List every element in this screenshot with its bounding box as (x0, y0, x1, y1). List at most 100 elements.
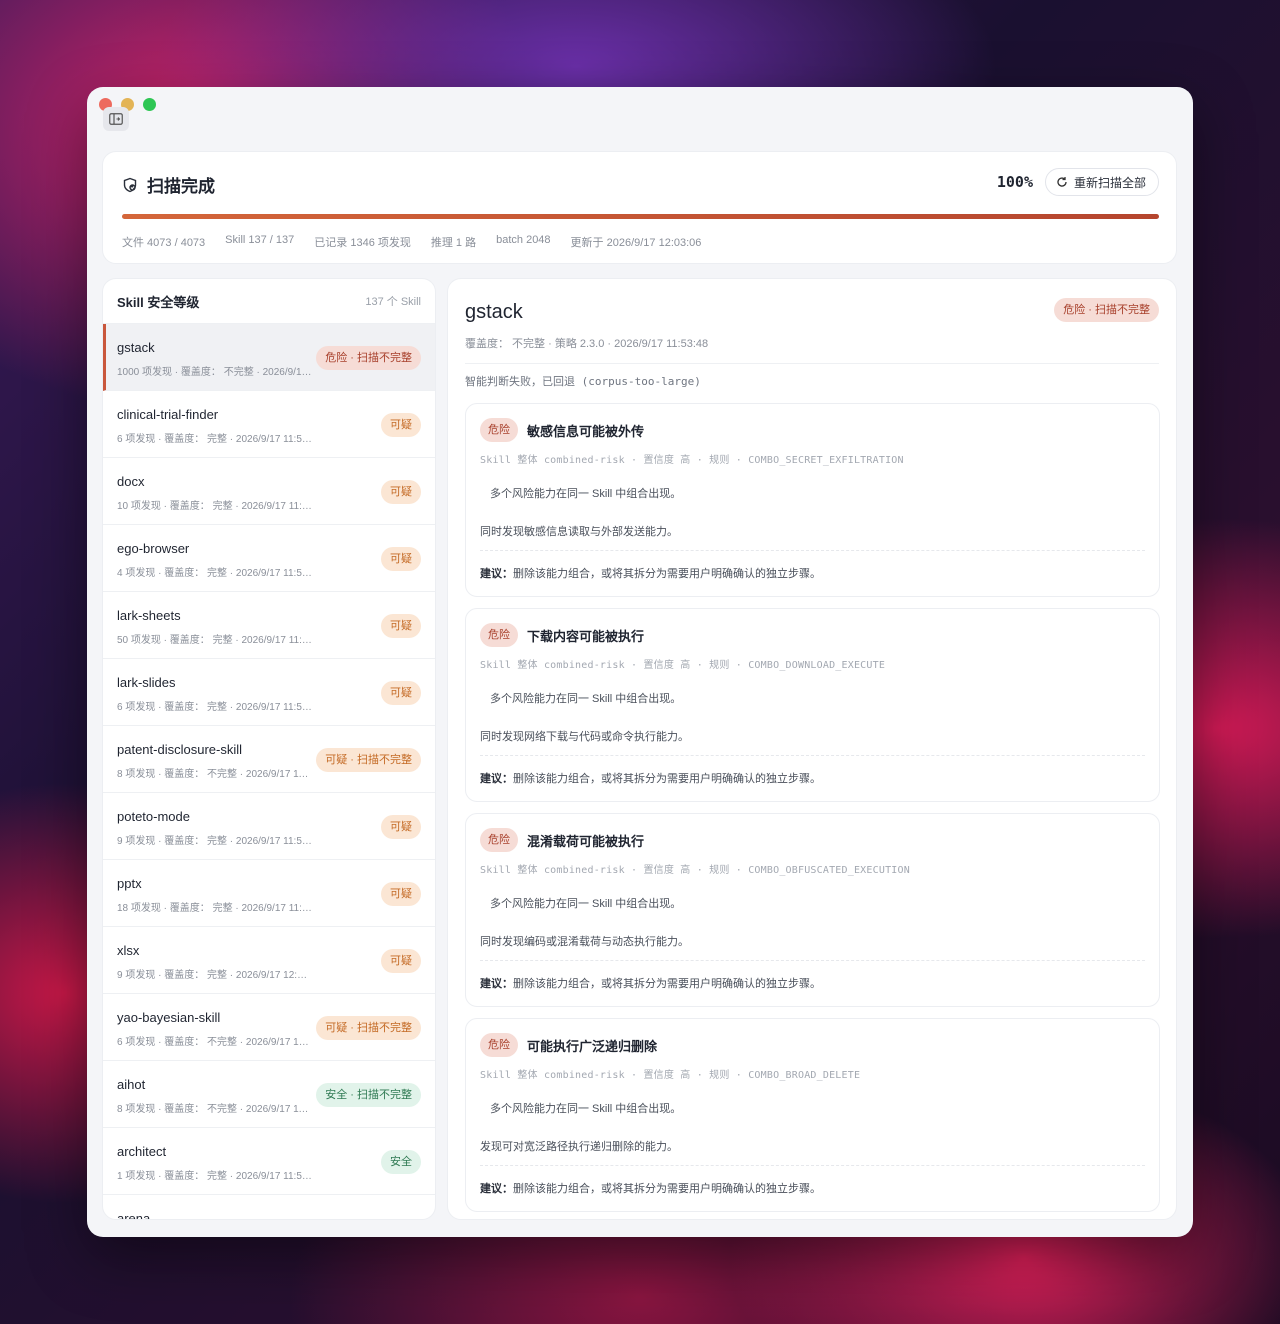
skill-risk-badge: 可疑 (381, 413, 421, 437)
scan-percent: 100% (996, 173, 1033, 191)
finding-advice-text: 删除该能力组合，或将其拆分为需要用户明确确认的独立步骤。 (513, 568, 821, 580)
skill-name: arena (117, 1211, 151, 1220)
finding-detail: 发现可对宽泛路径执行递归删除的能力。 (480, 1138, 1145, 1166)
skill-risk-badge: 安全 · 扫描不完整 (316, 1083, 421, 1107)
finding-advice-label: 建议： (480, 1183, 513, 1195)
finding-advice-text: 删除该能力组合，或将其拆分为需要用户明确确认的独立步骤。 (513, 773, 821, 785)
scan-title: 扫描完成 (147, 177, 215, 196)
skill-list-item[interactable]: poteto-mode 9 项发现 · 覆盖度： 完整 · 2026/9/17 1… (103, 793, 435, 860)
scan-status-card: 扫描完成 100% 重新扫描全部 文件 4073 / 4073 Skill 13… (102, 151, 1177, 264)
skill-summary: 8 项发现 · 覆盖度： 不完整 · 2026/9/17 11:56:12 (117, 769, 312, 780)
finding-severity-tag: 危险 (480, 623, 518, 647)
scan-progress-fill (122, 214, 1159, 219)
finding-title: 敏感信息可能被外传 (527, 423, 645, 439)
finding-detail: 同时发现编码或混淆载荷与动态执行能力。 (480, 933, 1145, 961)
detail-status-badge: 危险 · 扫描不完整 (1054, 298, 1159, 322)
skill-list-count: 137 个 Skill (365, 296, 421, 308)
skill-list-item[interactable]: yao-bayesian-skill 6 项发现 · 覆盖度： 不完整 · 202… (103, 994, 435, 1061)
sidebar-icon (109, 113, 123, 125)
scan-actions: 100% 重新扫描全部 (997, 168, 1159, 196)
skill-name: architect (117, 1144, 167, 1159)
skill-summary: 1 项发现 · 覆盖度： 完整 · 2026/9/17 11:51:23 (117, 1171, 312, 1182)
finding-severity-tag: 危险 (480, 1033, 518, 1057)
skill-detail-panel: gstack 危险 · 扫描不完整 覆盖度： 不完整 · 策略 2.3.0 · … (447, 278, 1177, 1220)
skill-risk-badge: 可疑 (381, 547, 421, 571)
skill-list-header: Skill 安全等级 137 个 Skill (103, 279, 435, 324)
finding-card: 危险 下载内容可能被执行 Skill 整体 combined-risk · 置信度 … (465, 608, 1160, 802)
finding-description: 多个风险能力在同一 Skill 中组合出现。 (490, 898, 682, 910)
finding-rule: Skill 整体 combined-risk · 置信度 高 · 规则 · CO… (480, 455, 904, 466)
detail-fallback-note: 智能判断失败，已回退 (corpus-too-large) (465, 375, 701, 388)
app-window: 扫描完成 100% 重新扫描全部 文件 4073 / 4073 Skill 13… (87, 87, 1193, 1237)
finding-header: 危险 可能执行广泛递归删除 (480, 1033, 1145, 1057)
skill-summary: 18 项发现 · 覆盖度： 完整 · 2026/9/17 11:57:07 (117, 903, 312, 914)
skill-summary: 4 项发现 · 覆盖度： 完整 · 2026/9/17 11:53:25 (117, 568, 312, 579)
skill-list-item[interactable]: architect 1 项发现 · 覆盖度： 完整 · 2026/9/17 11:… (103, 1128, 435, 1195)
skill-list-panel: Skill 安全等级 137 个 Skill gstack 1000 项发现 · … (102, 278, 436, 1220)
finding-description: 多个风险能力在同一 Skill 中组合出现。 (490, 1103, 682, 1115)
scan-title-group: 扫描完成 (122, 172, 215, 197)
skill-name: poteto-mode (117, 809, 190, 824)
detail-meta: 覆盖度： 不完整 · 策略 2.3.0 · 2026/9/17 11:53:48 (465, 338, 709, 350)
finding-advice: 建议：删除该能力组合，或将其拆分为需要用户明确确认的独立步骤。 (480, 565, 1145, 581)
finding-header: 危险 下载内容可能被执行 (480, 623, 1145, 647)
finding-advice: 建议：删除该能力组合，或将其拆分为需要用户明确确认的独立步骤。 (480, 770, 1145, 786)
scan-meta-findings: 已记录 1346 项发现 (314, 237, 411, 249)
finding-advice-label: 建议： (480, 978, 513, 990)
rescan-all-button[interactable]: 重新扫描全部 (1044, 168, 1159, 196)
finding-rule: Skill 整体 combined-risk · 置信度 高 · 规则 · CO… (480, 1070, 861, 1081)
scan-meta-updated: 更新于 2026/9/17 12:03:06 (570, 237, 702, 249)
detail-divider (465, 363, 1159, 364)
finding-rule: Skill 整体 combined-risk · 置信度 高 · 规则 · CO… (480, 865, 910, 876)
scan-meta-skills: Skill 137 / 137 (225, 234, 295, 246)
finding-advice: 建议：删除该能力组合，或将其拆分为需要用户明确确认的独立步骤。 (480, 1180, 1145, 1196)
skill-list-item[interactable]: aihot 8 项发现 · 覆盖度： 不完整 · 2026/9/17 11:50:… (103, 1061, 435, 1128)
skill-summary: 6 项发现 · 覆盖度： 完整 · 2026/9/17 11:51:45 (117, 434, 312, 445)
skill-risk-badge: 危险 · 扫描不完整 (316, 346, 421, 370)
skill-list-item[interactable]: patent-disclosure-skill 8 项发现 · 覆盖度： 不完整 … (103, 726, 435, 793)
finding-description: 多个风险能力在同一 Skill 中组合出现。 (490, 693, 682, 705)
finding-header: 危险 混淆载荷可能被执行 (480, 828, 1145, 852)
finding-header: 危险 敏感信息可能被外传 (480, 418, 1145, 442)
zoom-window-button[interactable] (143, 98, 156, 111)
skill-summary: 1000 项发现 · 覆盖度： 不完整 · 2026/9/17 11:53:48 (117, 367, 312, 378)
skill-list-item[interactable]: arena (103, 1195, 435, 1220)
skill-summary: 9 项发现 · 覆盖度： 完整 · 2026/9/17 11:56:54 (117, 836, 312, 847)
skill-summary: 9 项发现 · 覆盖度： 完整 · 2026/9/17 12:03:06 (117, 970, 312, 981)
finding-description: 多个风险能力在同一 Skill 中组合出现。 (490, 488, 682, 500)
finding-advice-text: 删除该能力组合，或将其拆分为需要用户明确确认的独立步骤。 (513, 978, 821, 990)
skill-risk-badge: 可疑 · 扫描不完整 (316, 1016, 421, 1040)
skill-risk-badge: 安全 (381, 1150, 421, 1174)
finding-title: 可能执行广泛递归删除 (527, 1038, 658, 1054)
finding-title: 混淆载荷可能被执行 (527, 833, 645, 849)
finding-severity-tag: 危险 (480, 828, 518, 852)
skill-name: ego-browser (117, 541, 190, 556)
skill-list-item[interactable]: lark-sheets 50 项发现 · 覆盖度： 完整 · 2026/9/17 … (103, 592, 435, 659)
skill-list-item[interactable]: gstack1000 项发现 · 覆盖度： 不完整 · 2026/9/17 11… (103, 324, 435, 391)
skill-risk-badge: 可疑 (381, 882, 421, 906)
skill-summary: 10 项发现 · 覆盖度： 完整 · 2026/9/17 11:52:32 (117, 501, 312, 512)
finding-advice-label: 建议： (480, 773, 513, 785)
sidebar-toggle-button[interactable] (103, 107, 129, 131)
skill-list-item[interactable]: xlsx 9 项发现 · 覆盖度： 完整 · 2026/9/17 12:03:06… (103, 927, 435, 994)
finding-card: 危险 敏感信息可能被外传 Skill 整体 combined-risk · 置信度 … (465, 403, 1160, 597)
finding-title: 下载内容可能被执行 (527, 628, 645, 644)
skill-risk-badge: 可疑 (381, 949, 421, 973)
skill-list-item[interactable]: docx 10 项发现 · 覆盖度： 完整 · 2026/9/17 11:52:3… (103, 458, 435, 525)
scan-meta-row: 文件 4073 / 4073 Skill 137 / 137 已记录 1346 … (122, 234, 701, 250)
skill-list-item[interactable]: lark-slides 6 项发现 · 覆盖度： 完整 · 2026/9/17 1… (103, 659, 435, 726)
skill-list-item[interactable]: pptx 18 项发现 · 覆盖度： 完整 · 2026/9/17 11:57:0… (103, 860, 435, 927)
skill-name: clinical-trial-finder (117, 407, 219, 422)
skill-summary: 6 项发现 · 覆盖度： 完整 · 2026/9/17 11:56:00 (117, 702, 312, 713)
skill-list: gstack1000 项发现 · 覆盖度： 不完整 · 2026/9/17 11… (103, 324, 435, 1220)
scan-complete-icon (123, 177, 137, 192)
skill-risk-badge: 可疑 (381, 815, 421, 839)
scan-meta-inference: 推理 1 路 (430, 237, 477, 249)
skill-name: xlsx (117, 943, 140, 958)
skill-list-title: Skill 安全等级 (117, 294, 200, 310)
skill-list-item[interactable]: clinical-trial-finder 6 项发现 · 覆盖度： 完整 · 2… (103, 391, 435, 458)
finding-advice-label: 建议： (480, 568, 513, 580)
finding-advice: 建议：删除该能力组合，或将其拆分为需要用户明确确认的独立步骤。 (480, 975, 1145, 991)
skill-list-item[interactable]: ego-browser 4 项发现 · 覆盖度： 完整 · 2026/9/17 1… (103, 525, 435, 592)
skill-summary: 6 项发现 · 覆盖度： 不完整 · 2026/9/17 12:00:11 (117, 1037, 312, 1048)
